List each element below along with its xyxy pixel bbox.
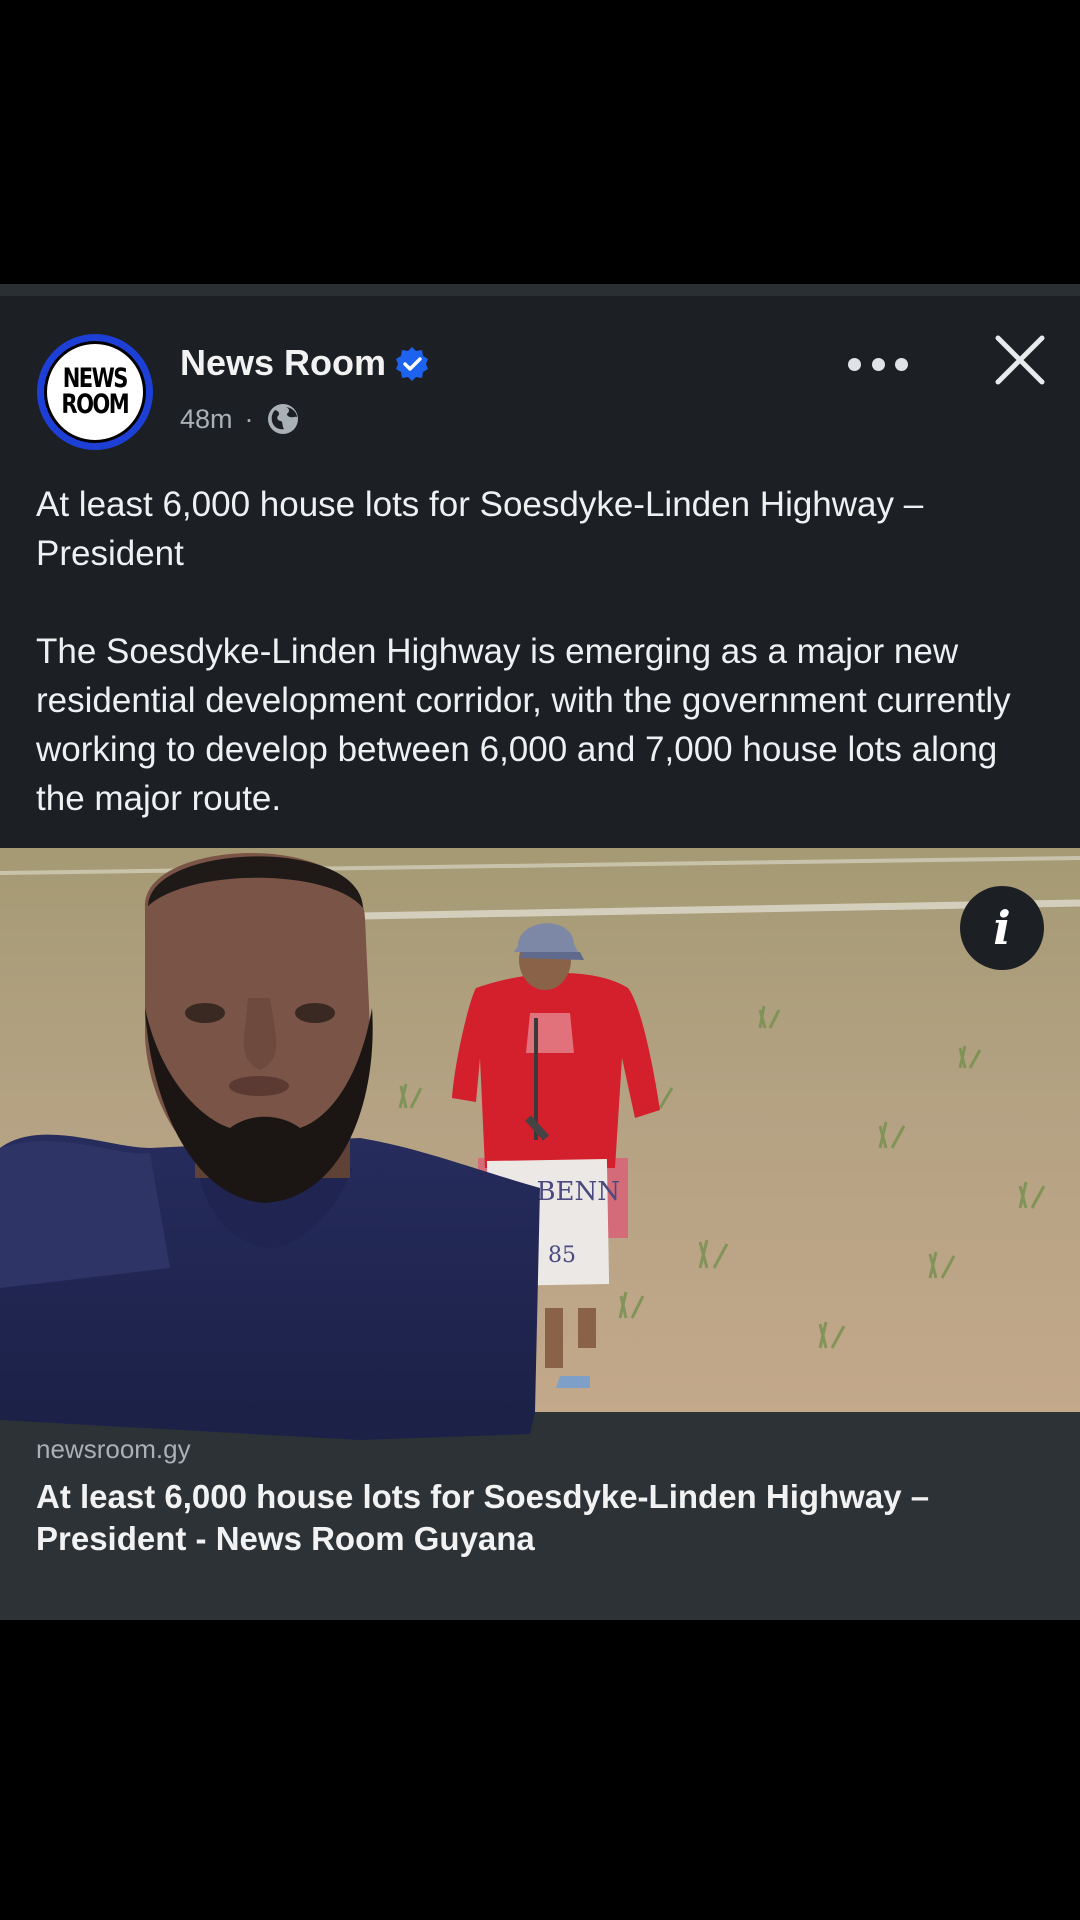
- page-name[interactable]: News Room: [180, 342, 386, 384]
- more-options-icon[interactable]: [848, 352, 908, 376]
- post-body: The Soesdyke-Linden Highway is emerging …: [36, 632, 1011, 818]
- portrait-overlap-shirt: [0, 1412, 535, 1440]
- bottom-black-area: [0, 1620, 1080, 1920]
- top-divider: [0, 284, 1080, 296]
- post-image-illustration: D. BENN 85: [0, 848, 1080, 1412]
- top-black-area: [0, 0, 1080, 284]
- avatar-logo: NEWS ROOM: [44, 341, 146, 443]
- close-icon[interactable]: [992, 332, 1048, 388]
- info-icon-glyph: i: [993, 901, 1011, 955]
- post-meta: 48m ·: [180, 402, 300, 436]
- avatar-logo-line2: ROOM: [61, 389, 130, 420]
- more-dot-1: [848, 357, 861, 371]
- sign-text-2: 85: [548, 1243, 576, 1268]
- post-card: NEWS ROOM News Room 48m · At least 6,000…: [0, 296, 1080, 1620]
- post-headline: At least 6,000 house lots for Soesdyke-L…: [36, 485, 924, 573]
- post-time[interactable]: 48m: [180, 404, 233, 435]
- info-icon[interactable]: i: [960, 886, 1044, 970]
- link-title: At least 6,000 house lots for Soesdyke-L…: [36, 1478, 930, 1557]
- verified-badge-icon: [396, 347, 428, 381]
- more-dot-3: [895, 357, 908, 371]
- more-dot-2: [871, 357, 885, 371]
- page-avatar[interactable]: NEWS ROOM: [37, 334, 153, 450]
- portrait-overlap: [0, 1412, 540, 1482]
- meta-separator: ·: [244, 403, 254, 434]
- post-text: At least 6,000 house lots for Soesdyke-L…: [36, 480, 1046, 823]
- globe-icon: [267, 404, 298, 434]
- post-image[interactable]: D. BENN 85: [0, 848, 1080, 1412]
- avatar-logo-text: NEWS ROOM: [61, 365, 130, 420]
